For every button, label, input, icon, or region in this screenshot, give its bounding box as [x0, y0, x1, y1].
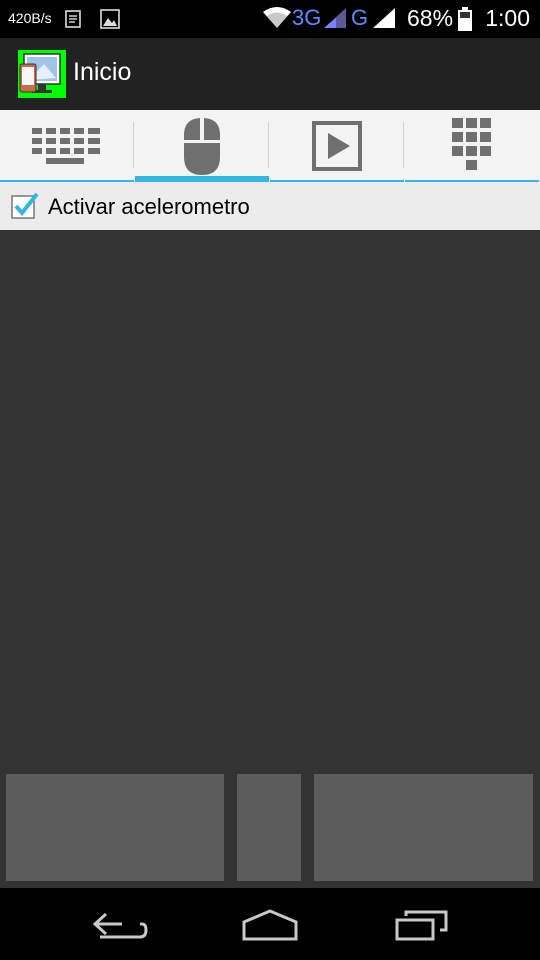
clock: 1:00	[485, 5, 530, 31]
home-icon[interactable]	[241, 908, 299, 942]
action-bar: Inicio	[0, 38, 540, 111]
network-g-label: G	[351, 5, 369, 30]
wifi-icon	[263, 7, 291, 28]
signal-icon	[373, 8, 395, 28]
keypad-icon	[452, 118, 491, 170]
accelerometer-label: Activar acelerometro	[48, 194, 250, 219]
accelerometer-row: Activar acelerometro	[0, 182, 540, 230]
recents-icon[interactable]	[394, 908, 450, 942]
tab-keypad[interactable]	[405, 110, 539, 182]
tab-mouse[interactable]	[135, 110, 269, 182]
battery-percent: 68%	[407, 5, 454, 31]
middle-button[interactable]	[237, 774, 301, 881]
page-title: Inicio	[73, 58, 132, 86]
navigation-bar	[0, 888, 540, 960]
right-click-button[interactable]	[314, 774, 533, 881]
keyboard-icon	[32, 128, 100, 164]
status-bar: 420B/s 3G G 68% 1:00	[0, 0, 540, 38]
tab-media[interactable]	[270, 110, 404, 182]
accelerometer-checkbox[interactable]	[10, 192, 40, 220]
play-icon	[312, 121, 362, 171]
network-speed: 420B/s	[8, 10, 52, 26]
image-icon	[100, 9, 120, 29]
tab-bar	[0, 110, 540, 182]
notes-icon	[65, 10, 81, 28]
battery-icon	[458, 7, 472, 31]
app-launcher-icon[interactable]	[18, 50, 66, 98]
network-3g-label: 3G	[292, 5, 322, 30]
mouse-icon	[184, 118, 220, 175]
signal-icon	[324, 8, 346, 28]
back-icon[interactable]	[92, 910, 148, 942]
tab-keyboard[interactable]	[0, 110, 134, 182]
left-click-button[interactable]	[6, 774, 224, 881]
